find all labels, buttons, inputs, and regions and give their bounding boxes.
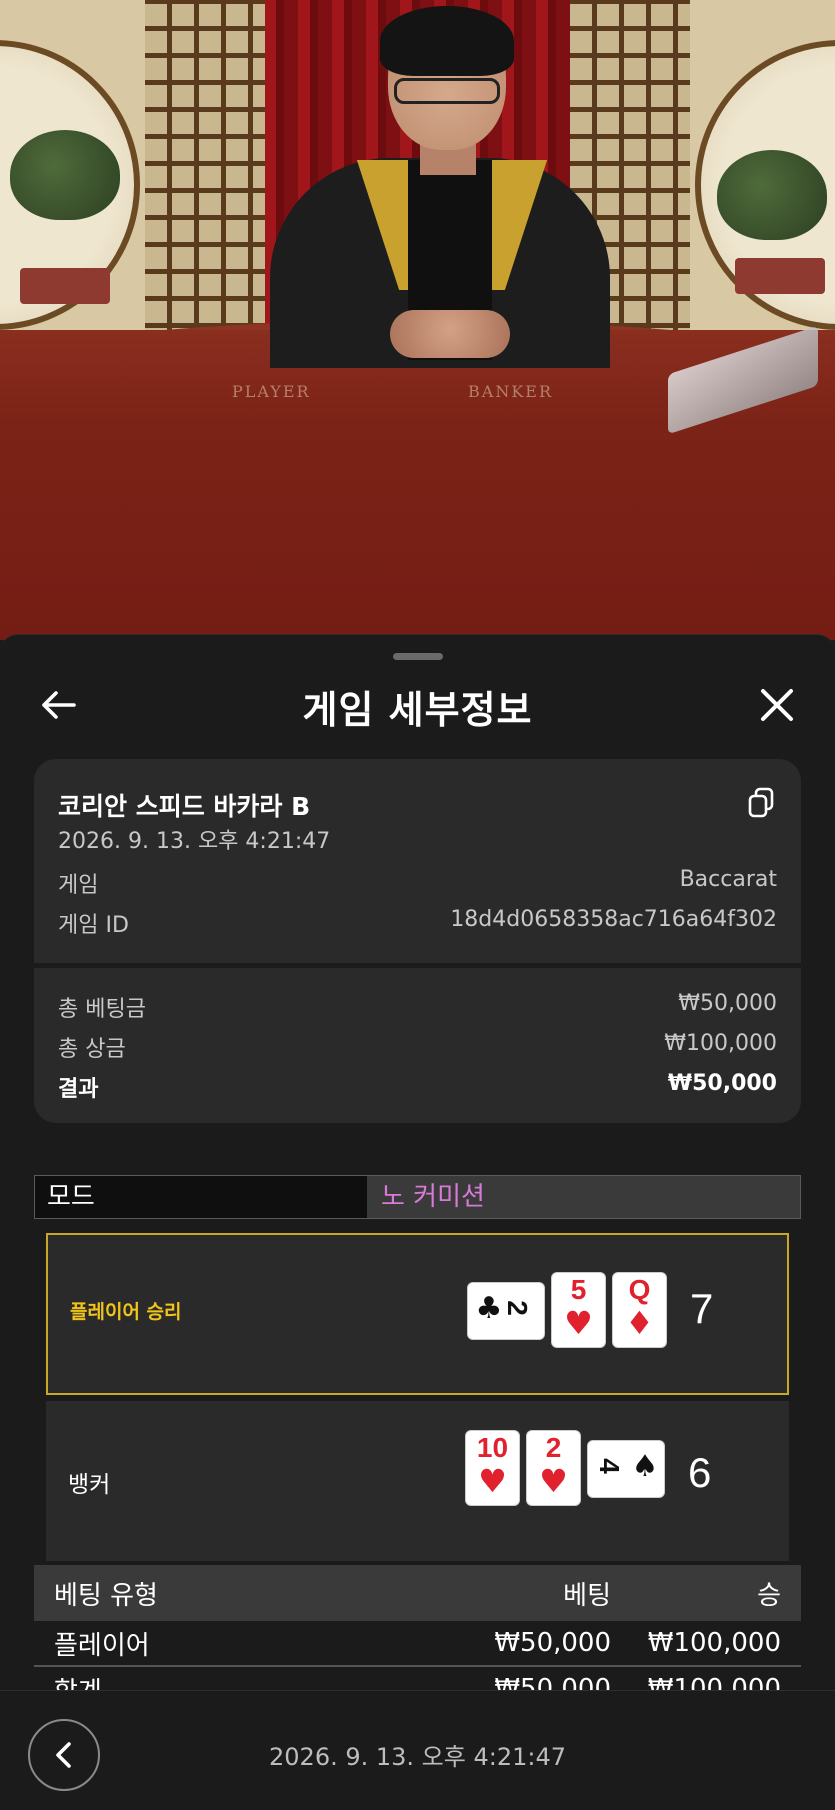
footer-bar: 2026. 9. 13. 오후 4:21:47 bbox=[0, 1690, 835, 1810]
felt-banker-label: BANKER bbox=[468, 382, 553, 401]
banker-cards: 10 ♥ 2 ♥ ♠ 4 bbox=[466, 1431, 664, 1505]
game-type-value: Baccarat bbox=[679, 867, 777, 892]
divider bbox=[34, 963, 801, 968]
game-id-label: 게임 ID bbox=[58, 913, 129, 938]
total-win-row: 총 상금 ₩100,000 bbox=[58, 1031, 777, 1063]
banker-score: 6 bbox=[688, 1449, 712, 1496]
bet-type-cell: 플레이어 bbox=[54, 1630, 150, 1661]
felt-player-label: PLAYER bbox=[232, 382, 311, 401]
total-bet-label: 총 베팅금 bbox=[58, 997, 146, 1022]
playing-card: Q ♦ bbox=[613, 1273, 666, 1347]
playing-card: 10 ♥ bbox=[466, 1431, 519, 1505]
total-win-label: 총 상금 bbox=[58, 1037, 126, 1062]
total-bet-value: ₩50,000 bbox=[678, 991, 777, 1016]
sheet-drag-handle[interactable] bbox=[393, 653, 443, 660]
game-info-card: 코리안 스피드 바카라 B 2026. 9. 13. 오후 4:21:47 게임… bbox=[34, 759, 801, 1123]
game-id-value: 18d4d0658358ac716a64f302 bbox=[450, 907, 777, 932]
player-hand-label: 플레이어 승리 bbox=[70, 1301, 182, 1323]
mode-label: 모드 bbox=[35, 1176, 367, 1218]
copy-icon bbox=[748, 787, 774, 818]
win-amount-cell: ₩100,000 bbox=[647, 1628, 781, 1658]
copy-button[interactable] bbox=[747, 787, 775, 819]
page-title: 게임 세부정보 bbox=[302, 688, 533, 732]
close-button[interactable] bbox=[747, 675, 807, 735]
result-row: 결과 ₩50,000 bbox=[58, 1071, 777, 1103]
col-bet-type: 베팅 유형 bbox=[54, 1580, 158, 1611]
mode-value: 노 커미션 bbox=[367, 1176, 800, 1218]
playing-card: 5 ♥ bbox=[552, 1273, 605, 1347]
close-icon bbox=[761, 689, 793, 721]
game-datetime: 2026. 9. 13. 오후 4:21:47 bbox=[58, 829, 331, 854]
mode-bar: 모드 노 커미션 bbox=[34, 1175, 801, 1219]
game-id-row: 게임 ID 18d4d0658358ac716a64f302 bbox=[58, 907, 777, 939]
live-dealer-video: PLAYER BANKER bbox=[0, 0, 835, 640]
playing-card: ♠ 4 bbox=[588, 1441, 664, 1497]
bet-amount-cell: ₩50,000 bbox=[494, 1628, 611, 1658]
player-score: 7 bbox=[690, 1285, 714, 1332]
bonsai-plant-left bbox=[10, 130, 120, 220]
total-bet-row: 총 베팅금 ₩50,000 bbox=[58, 991, 777, 1023]
result-label: 결과 bbox=[58, 1077, 99, 1102]
banker-hand: 뱅커 10 ♥ 2 ♥ ♠ 4 6 bbox=[46, 1401, 789, 1561]
left-lattice-screen bbox=[0, 0, 265, 350]
game-name: 코리안 스피드 바카라 B bbox=[58, 792, 311, 821]
banker-hand-label: 뱅커 bbox=[68, 1472, 111, 1498]
game-type-label: 게임 bbox=[58, 873, 99, 898]
player-cards: ♣ 2 5 ♥ Q ♦ bbox=[468, 1273, 666, 1347]
total-win-value: ₩100,000 bbox=[664, 1031, 777, 1056]
playing-card: ♣ 2 bbox=[468, 1283, 544, 1339]
playing-card: 2 ♥ bbox=[527, 1431, 580, 1505]
footer-datetime: 2026. 9. 13. 오후 4:21:47 bbox=[269, 1743, 566, 1771]
player-hand: 플레이어 승리 ♣ 2 5 ♥ Q ♦ 7 bbox=[46, 1233, 789, 1395]
bonsai-plant-right bbox=[717, 150, 827, 240]
col-win: 승 bbox=[757, 1580, 781, 1611]
game-type-row: 게임 Baccarat bbox=[58, 867, 777, 899]
table-row: 플레이어 ₩50,000 ₩100,000 bbox=[34, 1621, 801, 1667]
game-details-sheet: 게임 세부정보 코리안 스피드 바카라 B 2026. 9. 13. 오후 4:… bbox=[0, 634, 835, 1810]
bet-table-header: 베팅 유형 베팅 승 bbox=[34, 1565, 801, 1621]
result-value: ₩50,000 bbox=[667, 1071, 777, 1096]
dealer bbox=[270, 6, 610, 368]
col-bet: 베팅 bbox=[563, 1580, 611, 1611]
